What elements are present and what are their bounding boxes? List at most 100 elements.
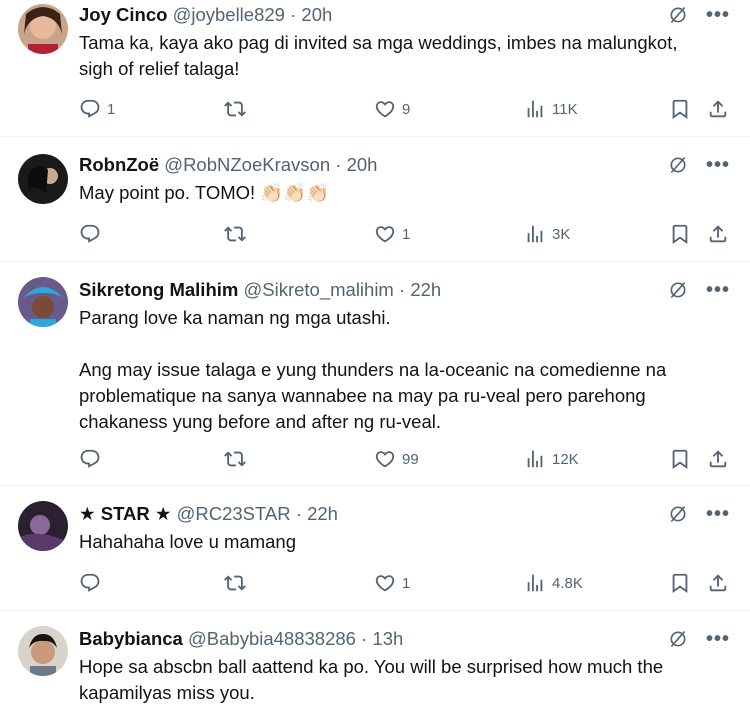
views-icon [524,223,546,245]
author-handle[interactable]: @RobNZoeKravson [164,154,330,175]
author-name[interactable]: RobnZoë [79,154,159,175]
views-button[interactable]: 11K [524,97,578,121]
like-count: 9 [402,100,411,118]
tweet[interactable]: ★ STAR ★ @RC23STAR · 22h ••• Hahahaha lo… [0,486,750,611]
author-name[interactable]: Sikretong Malihim [79,279,238,300]
tweet-text: Parang love ka naman ng mga utashi. Ang … [79,307,667,432]
timestamp[interactable]: 20h [347,154,378,175]
avatar[interactable] [18,626,68,676]
reply-button[interactable]: 1 [79,97,115,121]
like-count: 1 [402,225,411,243]
tweet[interactable]: Babybianca @Babybia48838286 · 13h ••• Ho… [0,611,750,713]
author-handle[interactable]: @RC23STAR [177,503,291,524]
timestamp[interactable]: 22h [307,503,338,524]
grok-icon[interactable] [668,5,688,25]
share-button[interactable] [707,222,729,246]
tweet-header: ★ STAR ★ @RC23STAR · 22h [79,501,338,527]
views-count: 11K [552,100,578,118]
tweet-actions: 1 4.8K [79,571,730,595]
reply-icon [79,448,101,470]
tweet-actions: 1 9 11K [79,97,730,121]
reply-icon [79,572,101,594]
more-icon[interactable]: ••• [706,5,730,25]
bookmark-button[interactable] [669,447,691,471]
share-button[interactable] [707,97,729,121]
author-handle[interactable]: @joybelle829 [173,4,285,25]
retweet-button[interactable] [224,447,252,471]
tweet-text: Hope sa abscbn ball aattend ka po. You w… [79,656,664,703]
more-icon[interactable]: ••• [706,280,730,300]
avatar[interactable] [18,501,68,551]
reply-icon [79,223,101,245]
grok-icon[interactable] [668,280,688,300]
author-name[interactable]: ★ STAR ★ [79,503,171,524]
reply-button[interactable] [79,222,107,246]
grok-icon[interactable] [668,504,688,524]
more-icon[interactable]: ••• [706,155,730,175]
retweet-button[interactable] [224,222,252,246]
reply-button[interactable] [79,447,107,471]
top-icons: ••• [668,5,730,25]
top-icons: ••• [668,504,730,524]
separator: · [399,279,406,300]
timestamp[interactable]: 13h [372,628,403,649]
avatar[interactable] [18,277,68,327]
retweet-icon [224,572,246,594]
like-button[interactable]: 99 [374,447,419,471]
separator: · [290,4,297,25]
views-button[interactable]: 12K [524,447,579,471]
author-handle[interactable]: @Sikreto_malihim [243,279,393,300]
views-button[interactable]: 4.8K [524,571,583,595]
more-icon[interactable]: ••• [706,504,730,524]
views-icon [524,448,546,470]
avatar[interactable] [18,4,68,54]
author-name[interactable]: Babybianca [79,628,183,649]
bookmark-button[interactable] [669,97,691,121]
grok-icon[interactable] [668,629,688,649]
tweet-header: RobnZoë @RobNZoeKravson · 20h [79,152,377,178]
tweet-header: Babybianca @Babybia48838286 · 13h [79,626,403,652]
heart-icon [374,572,396,594]
retweet-icon [224,98,246,120]
avatar[interactable] [18,154,68,204]
timestamp[interactable]: 20h [301,4,332,25]
views-count: 3K [552,225,571,243]
share-button[interactable] [707,447,729,471]
heart-icon [374,98,396,120]
like-button[interactable]: 9 [374,97,410,121]
retweet-icon [224,448,246,470]
tweet[interactable]: RobnZoë @RobNZoeKravson · 20h ••• May po… [0,137,750,262]
heart-icon [374,223,396,245]
like-count: 1 [402,574,411,592]
timestamp[interactable]: 22h [410,279,441,300]
bookmark-button[interactable] [669,571,691,595]
author-handle[interactable]: @Babybia48838286 [188,628,356,649]
views-icon [524,572,546,594]
tweet[interactable]: Joy Cinco @joybelle829 · 20h ••• Tama ka… [0,0,750,137]
like-button[interactable]: 1 [374,571,410,595]
share-button[interactable] [707,571,729,595]
bookmark-icon [669,98,691,120]
more-icon[interactable]: ••• [706,629,730,649]
tweet-actions: 1 3K [79,222,730,246]
author-name[interactable]: Joy Cinco [79,4,167,25]
views-button[interactable]: 3K [524,222,570,246]
retweet-icon [224,223,246,245]
tweet[interactable]: Sikretong Malihim @Sikreto_malihim · 22h… [0,262,750,486]
grok-icon[interactable] [668,155,688,175]
bookmark-button[interactable] [669,222,691,246]
tweet-text: Hahahaha love u mamang [79,531,297,552]
share-icon [707,98,729,120]
heart-icon [374,448,396,470]
separator: · [361,628,368,649]
like-count: 99 [402,450,419,468]
tweet-header: Sikretong Malihim @Sikreto_malihim · 22h [79,277,441,303]
top-icons: ••• [668,629,730,649]
tweet-actions: 99 12K [79,447,730,471]
like-button[interactable]: 1 [374,222,410,246]
retweet-button[interactable] [224,571,252,595]
top-icons: ••• [668,280,730,300]
separator: · [295,503,302,524]
retweet-button[interactable] [224,97,252,121]
reply-button[interactable] [79,571,107,595]
